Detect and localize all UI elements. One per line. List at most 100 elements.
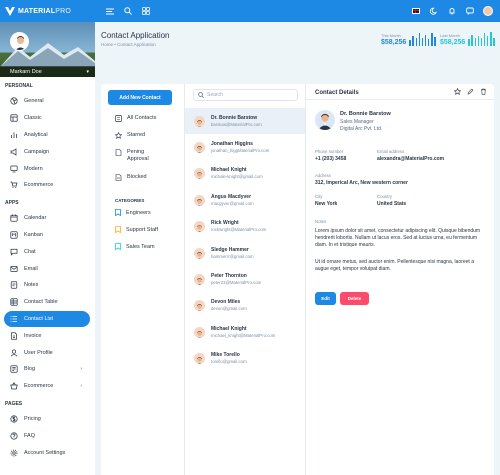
- settings-icon: [10, 449, 18, 457]
- sidebar-item-classic[interactable]: Classic: [0, 110, 90, 127]
- top-bar: MATERIAL PRO: [0, 0, 500, 22]
- sidebar-item-general[interactable]: General: [0, 93, 90, 110]
- bookmark-icon: [115, 243, 121, 250]
- trash-icon[interactable]: [480, 88, 487, 95]
- contact-avatar: [194, 115, 205, 127]
- filter-pending-approval[interactable]: Pening Approval: [115, 149, 157, 163]
- aperture-icon: [10, 97, 18, 105]
- sidebar-item-ecommerce[interactable]: Ecommerce: [0, 177, 90, 194]
- contact-list-item[interactable]: Rick Wright rockwright@MaterialPro.com: [185, 214, 305, 240]
- sidebar-item-ecommerce[interactable]: Ecommerce ›: [0, 378, 90, 395]
- kpi-bar: [477, 35, 480, 46]
- city-value: New York: [315, 201, 338, 207]
- contact-email: michael_knight@MaterialPro.com: [211, 332, 276, 338]
- currency-icon: [10, 415, 18, 423]
- chat-icon[interactable]: [465, 7, 474, 16]
- details-title: Contact Details: [315, 90, 359, 96]
- filter-blocked[interactable]: Blocked: [115, 174, 147, 181]
- sidebar-item-label: Kanban: [24, 231, 43, 238]
- user-name-bar[interactable]: Markarn Doe ▾: [0, 66, 95, 77]
- nav-caption: PERSONAL: [5, 83, 33, 89]
- sidebar-item-faq[interactable]: FAQ: [0, 427, 90, 444]
- sidebar-item-modern[interactable]: Modern: [0, 160, 90, 177]
- add-contact-button[interactable]: Add New Contact: [108, 90, 172, 105]
- sidebar-item-contact-list[interactable]: Contact List: [4, 310, 90, 328]
- contact-name: Jonathan Higgins: [211, 141, 253, 148]
- sidebar-item-email[interactable]: Email: [0, 260, 90, 277]
- kanban-icon: [10, 231, 18, 239]
- sidebar-item-contact-table[interactable]: Contact Table: [0, 294, 90, 311]
- delete-button[interactable]: Delete: [340, 292, 369, 305]
- sidebar-item-label: Invoice: [24, 332, 42, 339]
- contact-list-panel: Dr. Bonnie Barstowbarstow@MaterialPro.co…: [185, 84, 306, 475]
- category-support-staff[interactable]: Support Staff: [115, 226, 158, 233]
- sidebar-item-notes[interactable]: Notes: [0, 277, 90, 294]
- sidebar-item-campaign[interactable]: Campaign: [0, 143, 90, 160]
- file-icon: [10, 332, 18, 340]
- kpi-sparkbars: [409, 32, 436, 46]
- contact-avatar: [194, 168, 205, 180]
- user-avatar[interactable]: [10, 32, 29, 51]
- search-icon[interactable]: [123, 7, 132, 16]
- contact-avatar: [194, 221, 205, 233]
- sidebar-item-invoice[interactable]: Invoice: [0, 327, 90, 344]
- edit-button[interactable]: Edit: [315, 292, 336, 305]
- calendar-icon: [10, 214, 18, 222]
- brand-logo[interactable]: MATERIAL PRO: [0, 6, 95, 16]
- contact-avatar: [194, 300, 205, 312]
- contact-list-item[interactable]: Angus Macdyver macgyver@gmail.com: [185, 187, 305, 213]
- contact-list-item[interactable]: Devon Miles devon@gmail.com: [185, 293, 305, 319]
- search-box[interactable]: [193, 89, 298, 101]
- city-label: City: [315, 194, 323, 199]
- contact-list-item[interactable]: Michael Knight michale-knight@gmail.com: [185, 161, 305, 187]
- table-icon: [10, 298, 18, 306]
- contact-list-item[interactable]: Mike Torello torello@gmail.com: [185, 346, 305, 372]
- search-icon: [198, 92, 204, 98]
- breadcrumb: Home • Contact Application: [101, 42, 156, 47]
- flag-uk-icon[interactable]: [412, 8, 420, 14]
- sidebar-item-chat[interactable]: Chat: [0, 243, 90, 260]
- contact-avatar: [194, 194, 205, 206]
- contact-list-item[interactable]: Dr. Bonnie Barstow barstow@MaterialPro.co…: [185, 108, 305, 135]
- sidebar-item-kanban[interactable]: Kanban: [0, 227, 90, 244]
- kpi-bar: [424, 34, 427, 46]
- bell-icon[interactable]: [447, 7, 456, 16]
- bookmark-icon: [115, 209, 121, 216]
- contact-list-item[interactable]: Sledge Hammer hammerrr@gmail.com: [185, 240, 305, 266]
- kpi-bar: [468, 39, 470, 46]
- filter-starred[interactable]: Starred: [115, 132, 145, 139]
- kpi-bar: [415, 38, 418, 46]
- sidebar-item-label: Ecommerce: [24, 182, 54, 189]
- filter-all-contacts[interactable]: All Contacts: [115, 115, 156, 122]
- kpi-bar: [412, 36, 414, 46]
- mail-icon: [10, 265, 18, 273]
- search-input[interactable]: [207, 92, 292, 98]
- sidebar-item-label: FAQ: [24, 432, 36, 439]
- sidebar-item-analytical[interactable]: Analytical: [0, 127, 90, 144]
- sidebar-item-label: Pricing: [24, 415, 41, 422]
- layout-icon: [10, 114, 18, 122]
- sidebar-item-calendar[interactable]: Calendar: [0, 210, 90, 227]
- phone-label: Phone number: [315, 149, 344, 154]
- contact-list-item[interactable]: Michael Knight michael_knight@MaterialPro…: [185, 319, 305, 345]
- category-engineers[interactable]: Engineers: [115, 209, 151, 216]
- sidebar-item-label: Campaign: [24, 148, 50, 155]
- category-sales-team[interactable]: Sales Team: [115, 243, 155, 250]
- contact-role: Sales Manager: [340, 119, 374, 125]
- contact-email: barstow@MaterialPro.com: [211, 121, 262, 127]
- star-icon[interactable]: [454, 88, 461, 95]
- sidebar-item-user-profile[interactable]: User Profile: [0, 344, 90, 361]
- contact-list-item[interactable]: Jonathan Higgins jonathan_higgMaterialPro…: [185, 134, 305, 160]
- sidebar-item-blog[interactable]: Blog ›: [0, 361, 90, 378]
- contact-list-item[interactable]: Peter Thornton peter23@MaterialPro.com: [185, 266, 305, 292]
- menu-icon[interactable]: [105, 7, 114, 16]
- message-icon: [10, 248, 18, 256]
- apps-icon[interactable]: [141, 7, 150, 16]
- moon-icon[interactable]: [429, 7, 438, 16]
- sidebar-item-pricing[interactable]: Pricing: [0, 411, 90, 428]
- sidebar-item-label: Blog: [24, 366, 36, 373]
- sidebar-item-account-settings[interactable]: Account Settings: [0, 444, 90, 461]
- page-title: Contact Application: [101, 31, 170, 40]
- avatar[interactable]: [483, 6, 493, 16]
- edit-icon[interactable]: [467, 88, 474, 95]
